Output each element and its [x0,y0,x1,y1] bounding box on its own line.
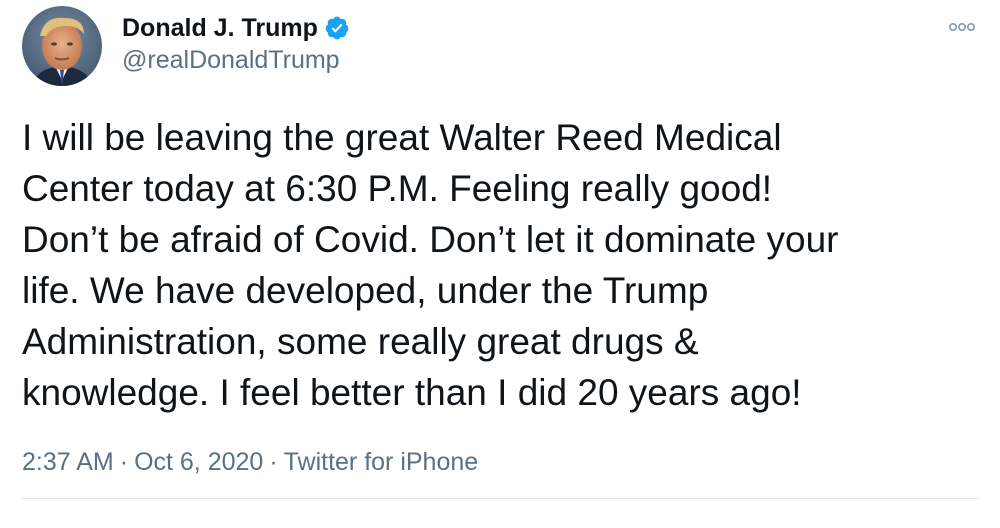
tweet-date[interactable]: Oct 6, 2020 [134,448,263,477]
tweet-source[interactable]: Twitter for iPhone [284,448,479,477]
author-handle[interactable]: @realDonaldTrump [122,46,350,75]
author-name[interactable]: Donald J. Trump [122,14,318,43]
author-avatar[interactable] [22,6,102,86]
more-options-icon[interactable] [948,20,976,34]
divider [22,498,980,499]
tweet-metadata: 2:37 AM · Oct 6, 2020 · Twitter for iPho… [22,446,478,478]
tweet-card: Donald J. Trump @realDonaldTrump I will … [0,0,1000,528]
tweet-text: I will be leaving the great Walter Reed … [22,117,839,413]
meta-separator: · [119,447,129,476]
avatar-image [22,6,102,86]
meta-separator: · [269,447,278,476]
author-name-row: Donald J. Trump [122,10,350,46]
author-block: Donald J. Trump @realDonaldTrump [122,10,350,75]
verified-badge-icon [324,15,350,41]
tweet-time[interactable]: 2:37 AM [22,448,114,477]
